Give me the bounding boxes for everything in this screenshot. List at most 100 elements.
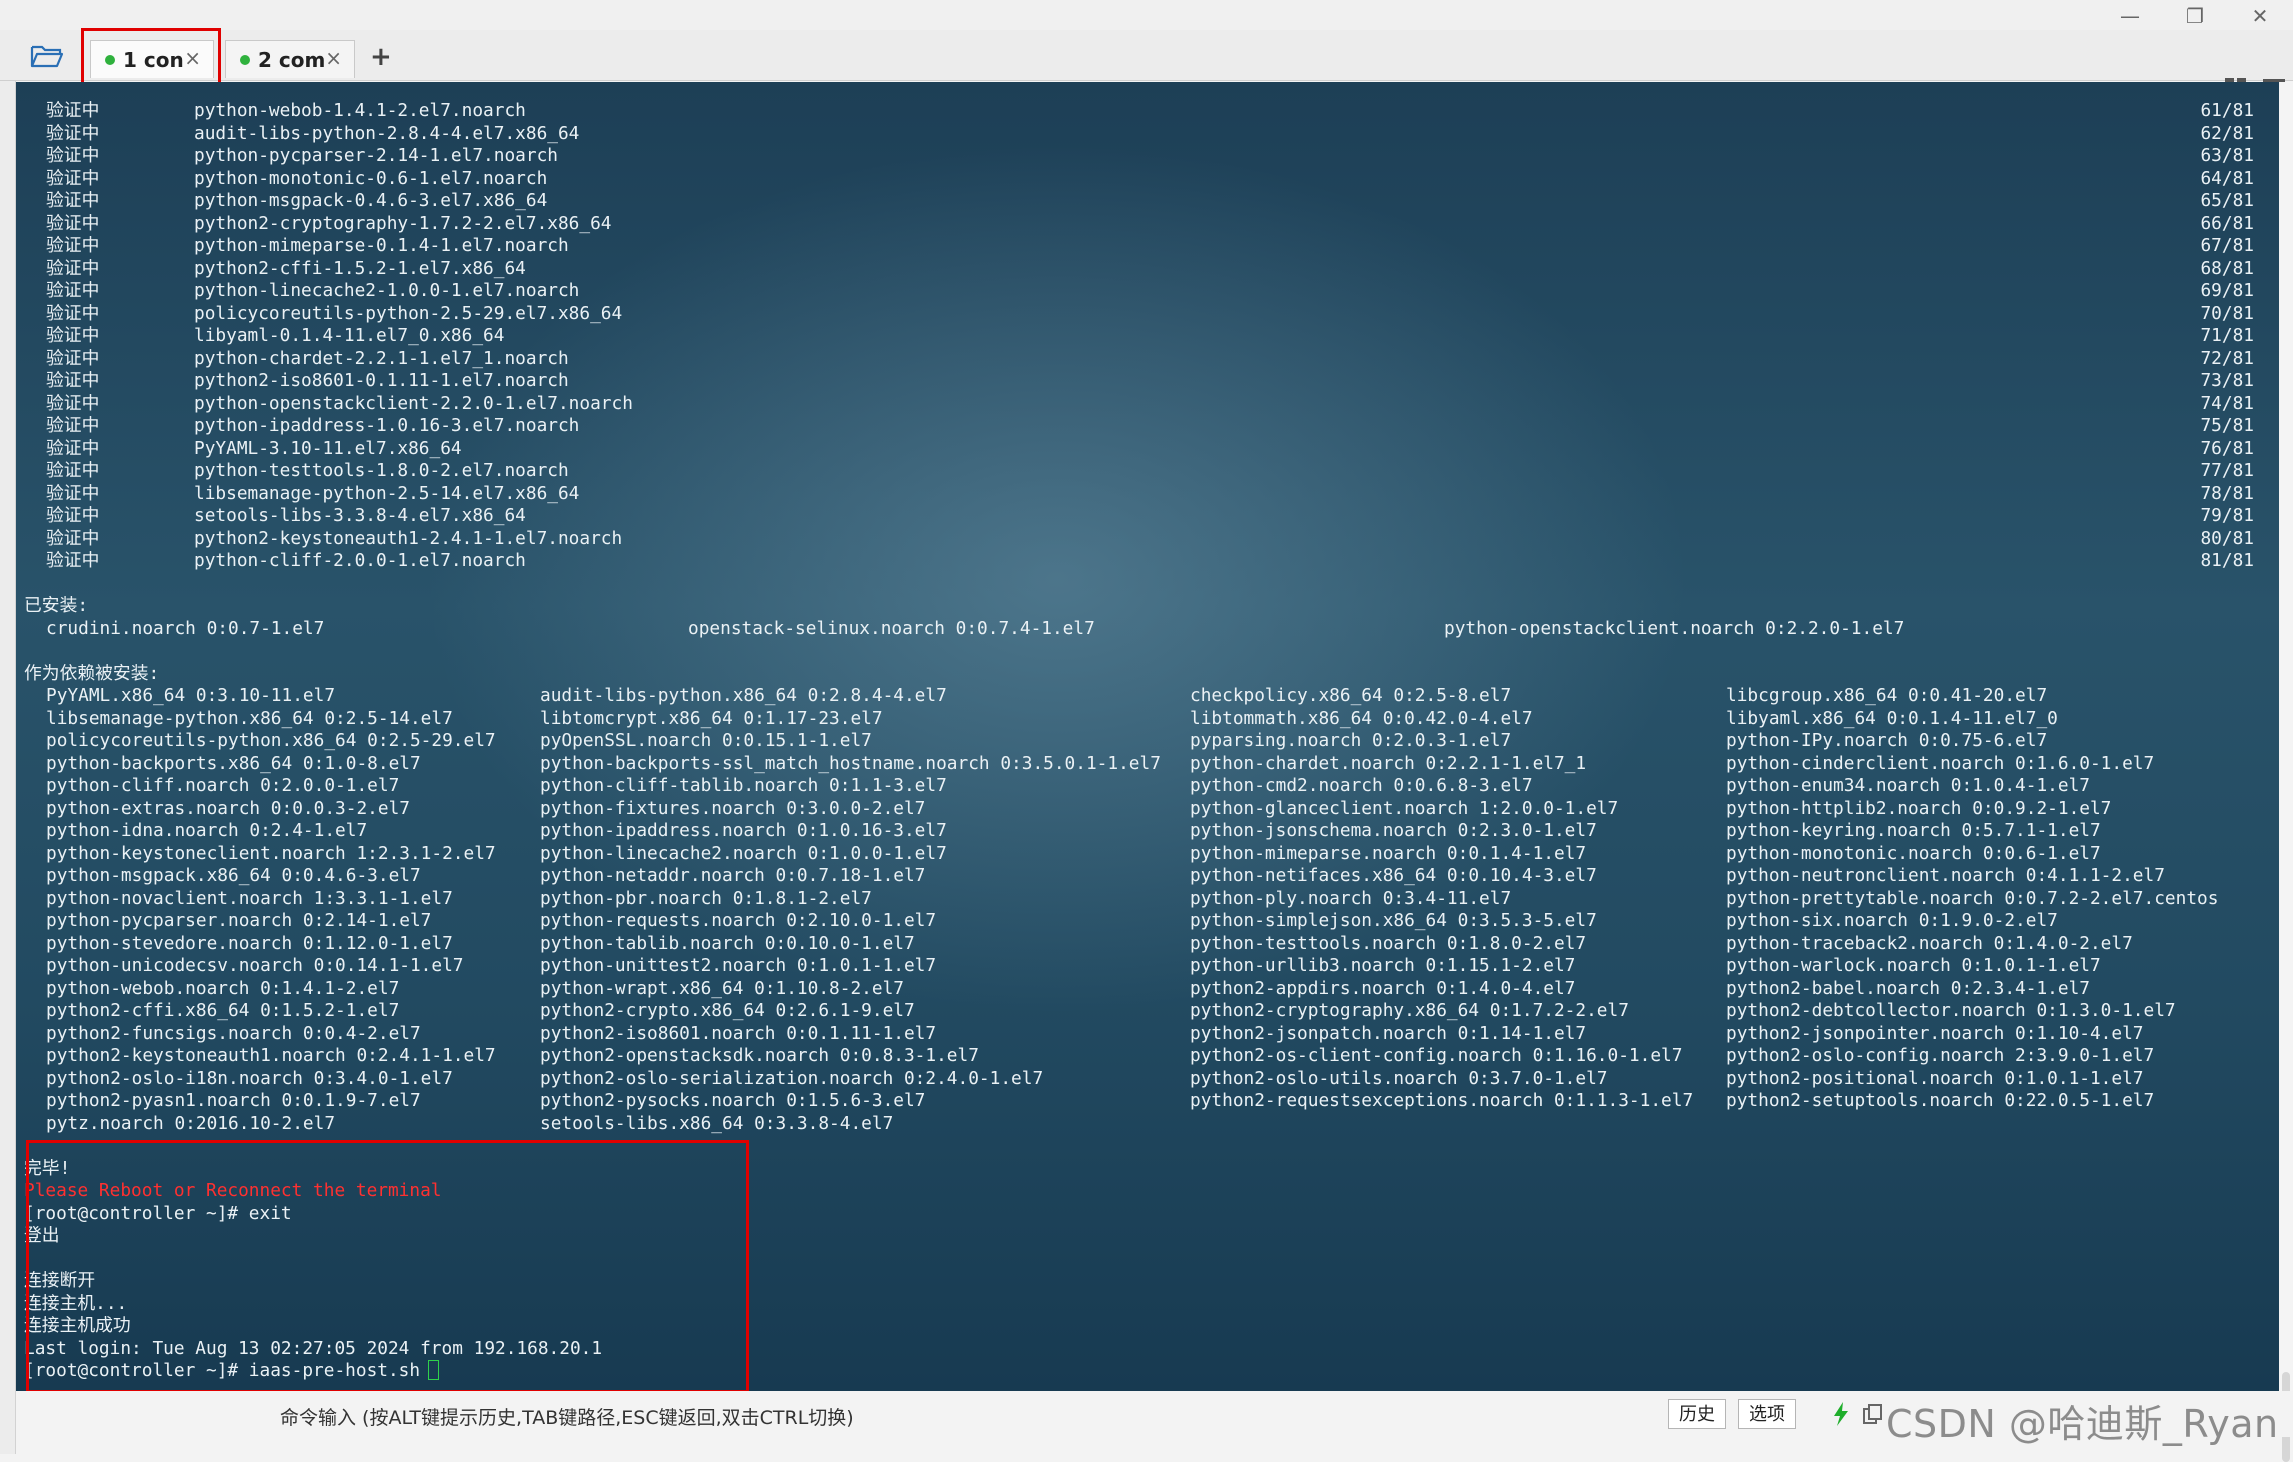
dependency-row: pytz.noarch 0:2016.10-2.el7 setools-libs.… xyxy=(24,1113,2254,1136)
dependency-package: python-backports.x86_64 0:1.0-8.el7 xyxy=(46,752,421,774)
command-input-bar[interactable]: 命令输入 (按ALT键提示历史,TAB键路径,ESC键返回,双击CTRL切换) … xyxy=(16,1391,2293,1446)
verify-line: 验证中 python-cliff-2.0.0-1.el7.noarch 81/81 xyxy=(24,550,2254,573)
verify-line: 验证中 libsemanage-python-2.5-14.el7.x86_64 7… xyxy=(24,483,2254,506)
dependency-package: python-neutronclient.noarch 0:4.1.1-2.el… xyxy=(1726,865,2165,886)
dependency-row: python-extras.noarch 0:0.0.3-2.el7 python… xyxy=(24,798,2254,821)
dependency-package: python-linecache2.noarch 0:1.0.0-1.el7 xyxy=(540,842,947,864)
output-line: 连接主机... xyxy=(24,1293,2254,1316)
verify-line: 验证中 python2-cryptography-1.7.2-2.el7.x86_… xyxy=(24,213,2254,236)
dependency-row: python2-keystoneauth1.noarch 0:2.4.1-1.e… xyxy=(24,1045,2254,1068)
command-input-hint[interactable]: 命令输入 (按ALT键提示历史,TAB键路径,ESC键返回,双击CTRL切换) xyxy=(280,1403,854,1430)
prompt-line: [root@controller ~]# iaas-pre-host.sh xyxy=(24,1360,2254,1383)
dependency-package: python-enum34.noarch 0:1.0.4-1.el7 xyxy=(1726,775,2090,796)
last-login-message: Last login: Tue Aug 13 02:27:05 2024 fro… xyxy=(24,1337,603,1359)
installed-package: openstack-selinux.noarch 0:0.7.4-1.el7 xyxy=(688,617,1095,639)
logout-message: 登出 xyxy=(24,1225,60,1246)
close-tab-icon[interactable]: × xyxy=(184,46,201,70)
dependency-package: python-netaddr.noarch 0:0.7.18-1.el7 xyxy=(540,865,926,886)
dependency-package: python2-requestsexceptions.noarch 0:1.1.… xyxy=(1190,1090,1694,1111)
tab-bar: 1 con × 2 com × xyxy=(0,30,2293,97)
dependency-package: python-monotonic.noarch 0:0.6-1.el7 xyxy=(1726,842,2101,864)
lightning-icon[interactable] xyxy=(1832,1401,1850,1427)
tab-1[interactable]: 1 con × xyxy=(90,40,214,78)
dependency-package: python-six.noarch 0:1.9.0-2.el7 xyxy=(1726,910,2058,931)
dependency-row: python2-funcsigs.noarch 0:0.4-2.el7 pytho… xyxy=(24,1023,2254,1046)
verify-count: 73/81 xyxy=(2200,370,2254,391)
dependency-row: python-keystoneclient.noarch 1:2.3.1-2.e… xyxy=(24,843,2254,866)
options-button[interactable]: 选项 xyxy=(1738,1399,1796,1429)
copy-icon[interactable] xyxy=(1862,1403,1884,1425)
verify-line: 验证中 python2-iso8601-0.1.11-1.el7.noarch 73… xyxy=(24,370,2254,393)
dependency-package: python2-oslo-serialization.noarch 0:2.4.… xyxy=(540,1067,1044,1089)
dependency-row: python-webob.noarch 0:1.4.1-2.el7 python-… xyxy=(24,978,2254,1001)
terminal-panel[interactable]: 验证中 python-webob-1.4.1-2.el7.noarch 61/81 验… xyxy=(16,82,2279,1391)
dependency-package: python2-oslo-utils.noarch 0:3.7.0-1.el7 xyxy=(1190,1067,1608,1089)
verify-package: python2-iso8601-0.1.11-1.el7.noarch xyxy=(194,370,569,391)
dependency-package: python2-pysocks.noarch 0:1.5.6-3.el7 xyxy=(540,1090,926,1111)
verify-count: 65/81 xyxy=(2200,190,2254,211)
close-window-button[interactable]: ✕ xyxy=(2240,4,2280,28)
verify-label: 验证中 xyxy=(46,302,100,324)
verify-label: 验证中 xyxy=(46,100,100,121)
dependency-row: python2-cffi.x86_64 0:1.5.2-1.el7 python2… xyxy=(24,1000,2254,1023)
dependency-package: python-ply.noarch 0:3.4-11.el7 xyxy=(1190,887,1512,909)
verify-package: python-monotonic-0.6-1.el7.noarch xyxy=(194,167,548,189)
verify-count: 77/81 xyxy=(2200,460,2254,481)
tab-label: 1 con xyxy=(123,48,184,72)
verify-label: 验证中 xyxy=(46,415,100,436)
verify-line: 验证中 setools-libs-3.3.8-4.el7.x86_64 79/81 xyxy=(24,505,2254,528)
dependency-row: python-novaclient.noarch 1:3.3.1-1.el7 py… xyxy=(24,888,2254,911)
dependency-package: python-netifaces.x86_64 0:0.10.4-3.el7 xyxy=(1190,865,1597,886)
installed-header-line: 已安装: xyxy=(24,595,2254,618)
verify-line: 验证中 python-ipaddress-1.0.16-3.el7.noarch 7… xyxy=(24,415,2254,438)
verify-package: python-cliff-2.0.0-1.el7.noarch xyxy=(194,550,526,571)
deps-header-line: 作为依赖被安装: xyxy=(24,663,2254,686)
dependency-package: python-cliff-tablib.noarch 0:1.1-3.el7 xyxy=(540,775,947,796)
close-tab-icon[interactable]: × xyxy=(325,46,342,70)
dependency-row: python2-pyasn1.noarch 0:0.1.9-7.el7 pytho… xyxy=(24,1090,2254,1113)
verify-label: 验证中 xyxy=(46,145,100,166)
dependency-package: python2-cffi.x86_64 0:1.5.2-1.el7 xyxy=(46,1000,400,1021)
dependency-package: libsemanage-python.x86_64 0:2.5-14.el7 xyxy=(46,707,453,729)
text-cursor xyxy=(428,1360,440,1380)
dependency-package: python-keystoneclient.noarch 1:2.3.1-2.e… xyxy=(46,842,496,864)
verify-line: 验证中 libyaml-0.1.4-11.el7_0.x86_64 71/81 xyxy=(24,325,2254,348)
history-button[interactable]: 历史 xyxy=(1668,1399,1726,1429)
verify-package: python-webob-1.4.1-2.el7.noarch xyxy=(194,100,526,121)
dependency-package: python-pbr.noarch 0:1.8.1-2.el7 xyxy=(540,887,872,909)
dependency-package: python-traceback2.noarch 0:1.4.0-2.el7 xyxy=(1726,932,2133,954)
dependency-row: PyYAML.x86_64 0:3.10-11.el7 audit-libs-py… xyxy=(24,685,2254,708)
dependency-package: python-warlock.noarch 0:1.0.1-1.el7 xyxy=(1726,955,2101,976)
dependency-package: python-pycparser.noarch 0:2.14-1.el7 xyxy=(46,910,432,931)
tab-2[interactable]: 2 com × xyxy=(225,40,355,78)
terminal-scrollbar[interactable] xyxy=(2279,82,2293,1462)
verify-package: libyaml-0.1.4-11.el7_0.x86_64 xyxy=(194,325,505,346)
verify-label: 验证中 xyxy=(46,235,100,256)
verify-count: 71/81 xyxy=(2200,325,2254,346)
dependency-package: python2-debtcollector.noarch 0:1.3.0-1.e… xyxy=(1726,1000,2176,1021)
tab-label: 2 com xyxy=(258,48,326,72)
dependency-package: python-cinderclient.noarch 0:1.6.0-1.el7 xyxy=(1726,752,2155,774)
left-panel-strip xyxy=(0,81,16,1454)
minimize-button[interactable]: — xyxy=(2110,4,2150,28)
dependency-package: python-wrapt.x86_64 0:1.10.8-2.el7 xyxy=(540,977,904,999)
deps-header: 作为依赖被安装: xyxy=(24,662,160,684)
restore-button[interactable]: ❐ xyxy=(2175,4,2215,28)
verify-count: 69/81 xyxy=(2200,280,2254,301)
dependency-package: python-unittest2.noarch 0:1.0.1-1.el7 xyxy=(540,955,937,976)
verify-count: 75/81 xyxy=(2200,415,2254,436)
dependency-package: libtommath.x86_64 0:0.42.0-4.el7 xyxy=(1190,707,1533,729)
verify-line: 验证中 python2-keystoneauth1-2.4.1-1.el7.noa… xyxy=(24,528,2254,551)
disconnected-message: 连接断开 xyxy=(24,1270,96,1291)
verify-count: 67/81 xyxy=(2200,235,2254,256)
output-line: Last login: Tue Aug 13 02:27:05 2024 fro… xyxy=(24,1338,2254,1361)
dependency-package: python2-jsonpointer.noarch 0:1.10-4.el7 xyxy=(1726,1022,2144,1044)
dependency-package: python2-pyasn1.noarch 0:0.1.9-7.el7 xyxy=(46,1090,421,1111)
add-tab-button[interactable]: + xyxy=(370,42,392,72)
verify-line: 验证中 python-chardet-2.2.1-1.el7_1.noarch 72… xyxy=(24,348,2254,371)
verify-count: 61/81 xyxy=(2200,100,2254,121)
open-folder-icon[interactable] xyxy=(30,43,64,69)
dependency-package: audit-libs-python.x86_64 0:2.8.4-4.el7 xyxy=(540,685,947,706)
